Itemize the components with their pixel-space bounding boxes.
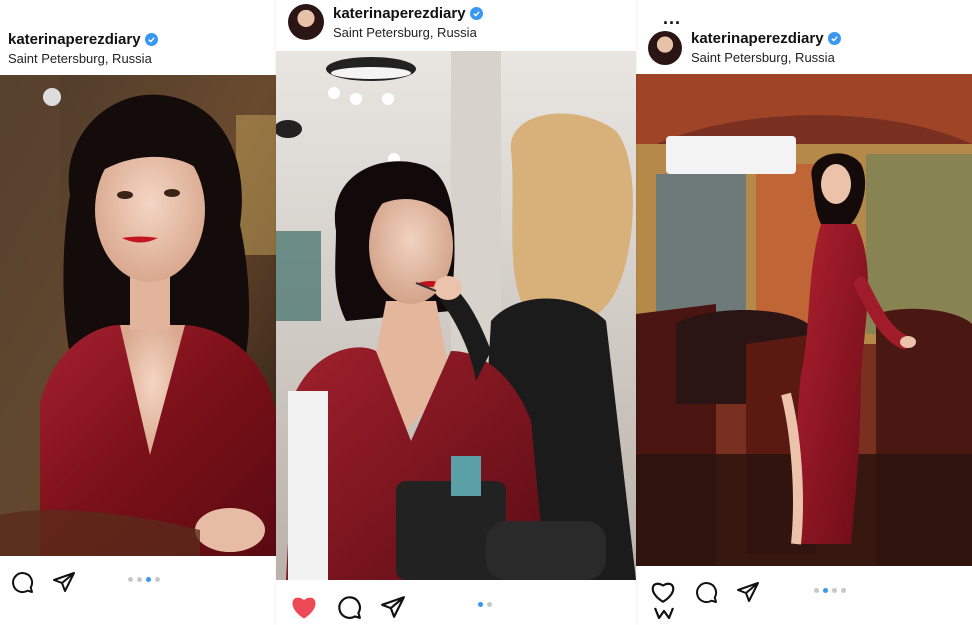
share-icon[interactable]: [736, 580, 760, 609]
action-bar: [10, 570, 76, 599]
username-link[interactable]: katerinaperezdiary: [8, 31, 158, 48]
action-bar: [290, 594, 406, 625]
carousel-dot: [814, 588, 819, 593]
username-link[interactable]: katerinaperezdiary: [333, 5, 483, 22]
location[interactable]: Saint Petersburg, Russia: [333, 25, 483, 40]
carousel-dot-active: [823, 588, 828, 593]
carousel-dot-active: [478, 602, 483, 607]
verified-icon: [144, 33, 158, 46]
post-photo[interactable]: [0, 75, 276, 556]
location[interactable]: Saint Petersburg, Russia: [8, 51, 158, 66]
carousel-dot: [487, 602, 492, 607]
carousel-indicator: [814, 588, 846, 593]
action-bar: [650, 580, 760, 609]
verified-icon: [827, 32, 841, 45]
post-card-3: ... katerinaperezdiary Saint Petersburg,…: [636, 0, 972, 625]
avatar[interactable]: [288, 4, 324, 40]
post-header: katerinaperezdiary Saint Petersburg, Rus…: [648, 30, 841, 65]
comment-icon[interactable]: [336, 594, 362, 625]
share-icon[interactable]: [52, 570, 76, 599]
avatar[interactable]: [648, 30, 682, 65]
carousel-dot: [841, 588, 846, 593]
share-icon[interactable]: [380, 594, 406, 625]
bookmark-icon[interactable]: [653, 606, 675, 625]
post-header: katerinaperezdiary Saint Petersburg, Rus…: [288, 4, 483, 40]
post-card-2: katerinaperezdiary Saint Petersburg, Rus…: [276, 0, 636, 625]
heart-icon[interactable]: [290, 594, 318, 625]
carousel-dot: [832, 588, 837, 593]
post-card-1: katerinaperezdiary Saint Petersburg, Rus…: [0, 0, 276, 625]
username[interactable]: katerinaperezdiary: [691, 30, 824, 47]
username-link[interactable]: katerinaperezdiary: [691, 30, 841, 47]
username[interactable]: katerinaperezdiary: [333, 5, 466, 22]
comment-icon[interactable]: [694, 580, 718, 609]
heart-icon[interactable]: [650, 580, 676, 609]
carousel-indicator: [478, 602, 492, 607]
post-photo[interactable]: [276, 51, 636, 580]
comment-icon[interactable]: [10, 570, 34, 599]
carousel-dot: [128, 577, 133, 582]
carousel-dot: [155, 577, 160, 582]
carousel-indicator: [128, 577, 160, 582]
username[interactable]: katerinaperezdiary: [8, 31, 141, 48]
carousel-dot: [137, 577, 142, 582]
location[interactable]: Saint Petersburg, Russia: [691, 50, 841, 65]
carousel-dot-active: [146, 577, 151, 582]
verified-icon: [469, 6, 483, 20]
post-header: katerinaperezdiary Saint Petersburg, Rus…: [8, 31, 158, 66]
more-icon[interactable]: ...: [663, 8, 681, 29]
post-photo[interactable]: [636, 74, 972, 566]
